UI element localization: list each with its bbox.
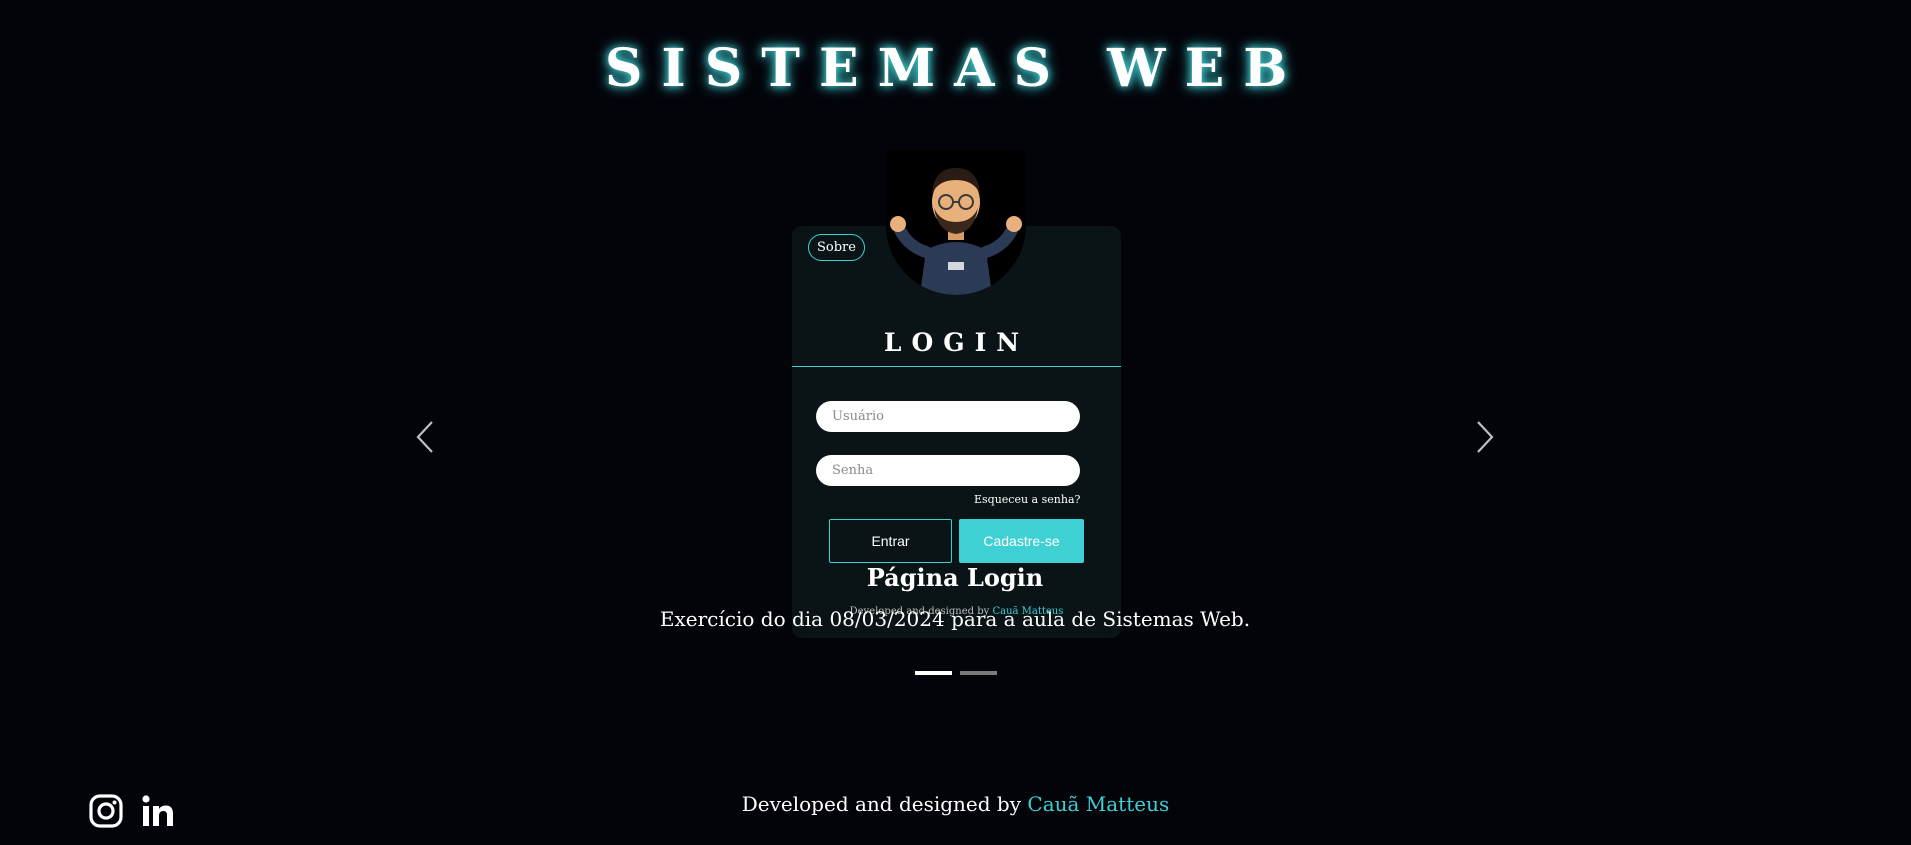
chevron-left-icon <box>416 421 433 453</box>
project-carousel: Sobre LOGIN Usuário Senha Esqueceu a sen… <box>400 150 1510 690</box>
carousel-prev-button[interactable] <box>405 413 445 461</box>
login-title: LOGIN <box>883 328 1030 357</box>
footer-author-link[interactable]: Cauã Matteus <box>1027 792 1169 816</box>
site-title: SISTEMAS WEB <box>604 38 1307 99</box>
page: SISTEMAS WEB Sobre LOGIN Usuário Senha E… <box>0 0 1911 845</box>
sobre-button: Sobre <box>808 234 865 261</box>
carousel-indicators <box>915 671 997 675</box>
memoji-avatar-icon <box>890 168 1022 295</box>
carousel-indicator-1[interactable] <box>915 671 952 675</box>
username-field: Usuário <box>816 401 1080 432</box>
carousel-next-button[interactable] <box>1465 413 1505 461</box>
avatar <box>886 150 1026 295</box>
divider <box>792 366 1121 367</box>
password-field: Senha <box>816 455 1080 486</box>
slide-caption-title: Página Login <box>866 563 1044 592</box>
carousel-indicator-2[interactable] <box>960 671 997 675</box>
forgot-password-link: Esqueceu a senha? <box>974 493 1081 506</box>
slide-caption-text: Exercício do dia 08/03/2024 para a aula … <box>659 607 1251 631</box>
cadastre-button: Cadastre-se <box>959 519 1084 563</box>
entrar-button: Entrar <box>829 519 952 563</box>
footer-credit: Developed and designed by Cauã Matteus <box>0 792 1911 816</box>
footer-credit-prefix: Developed and designed by <box>741 792 1022 816</box>
chevron-right-icon <box>1477 421 1494 453</box>
